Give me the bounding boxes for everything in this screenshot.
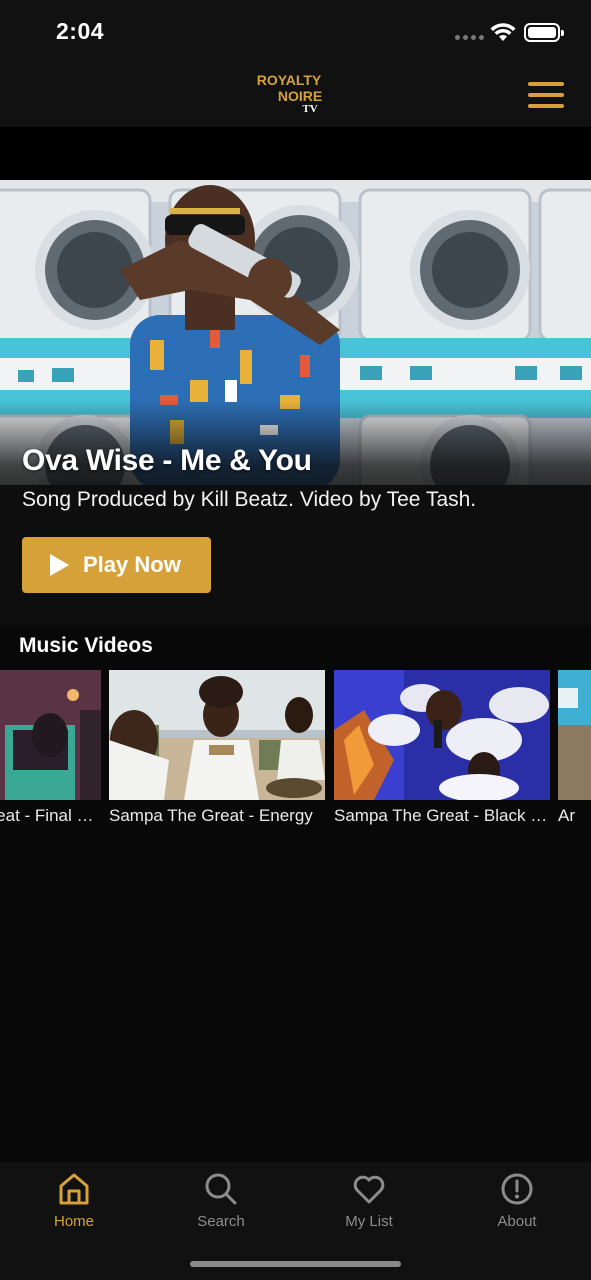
video-card[interactable]: Ar — [558, 670, 591, 826]
hero-title: Ova Wise - Me & You — [22, 444, 312, 477]
wifi-icon — [490, 23, 516, 41]
brand-logo[interactable]: ROYALTY NOIRE TV — [250, 72, 342, 117]
play-now-label: Play Now — [83, 552, 181, 577]
battery-icon — [524, 23, 564, 42]
video-card[interactable]: Sampa The Great - Energy — [109, 670, 325, 826]
tab-home[interactable]: Home — [14, 1172, 134, 1230]
app-header: 2:04 ROYALTY NOIRE TV — [0, 0, 591, 127]
music-videos-carousel[interactable]: Sampa The Great - Final Form Sampa The G… — [0, 670, 591, 840]
signal-icon — [455, 35, 484, 40]
video-title: Sampa The Great - Final Form — [0, 806, 101, 825]
section-title-music-videos: Music Videos — [19, 634, 153, 657]
video-thumbnail — [334, 670, 550, 800]
video-card[interactable]: Sampa The Great - Final Form — [0, 670, 101, 826]
hamburger-menu-icon[interactable] — [528, 80, 566, 110]
hero-top-spacer — [0, 127, 591, 180]
tab-search-label: Search — [197, 1213, 245, 1230]
heart-icon — [353, 1175, 385, 1204]
play-icon — [50, 554, 69, 576]
tab-my-list[interactable]: My List — [309, 1172, 429, 1230]
video-title: Ar — [558, 806, 575, 825]
video-thumbnail — [109, 670, 325, 800]
search-icon — [205, 1173, 237, 1205]
logo-line-1: ROYALTY — [256, 72, 322, 88]
play-now-button[interactable]: Play Now — [22, 537, 211, 593]
tab-about-label: About — [497, 1213, 537, 1230]
video-card[interactable]: Sampa The Great - Black Girl Magik — [334, 670, 550, 826]
video-title: Sampa The Great - Black Girl Magik — [334, 806, 550, 825]
home-indicator — [190, 1261, 401, 1267]
tab-about[interactable]: About — [457, 1172, 577, 1230]
tab-my-list-label: My List — [345, 1213, 393, 1230]
video-title: Sampa The Great - Energy — [109, 806, 313, 825]
tab-home-label: Home — [53, 1213, 94, 1230]
tab-search[interactable]: Search — [161, 1172, 281, 1230]
info-icon — [501, 1173, 533, 1205]
video-thumbnail — [0, 670, 101, 800]
hero-subtitle: Song Produced by Kill Beatz. Video by Te… — [22, 488, 477, 511]
video-thumbnail — [558, 670, 591, 800]
home-icon — [59, 1173, 89, 1205]
status-time: 2:04 — [56, 18, 105, 44]
